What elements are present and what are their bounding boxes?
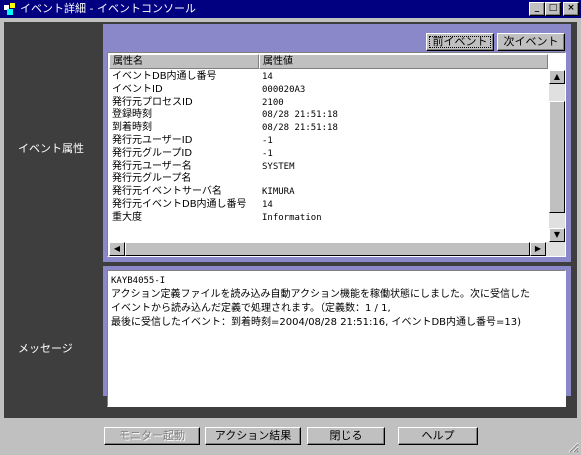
help-button[interactable]: ヘルプ xyxy=(398,427,478,445)
title-bar[interactable]: イベント詳細 - イベントコンソール _ □ × xyxy=(0,0,581,18)
close-button[interactable]: 閉じる xyxy=(307,427,385,445)
message-label: メッセージ xyxy=(18,342,73,355)
attribute-name: 発行元グループ名 xyxy=(112,173,192,185)
message-id: KAYB4055-I xyxy=(111,276,166,286)
attribute-value: 000020A3 xyxy=(262,84,306,95)
next-event-button[interactable]: 次イベント xyxy=(497,33,565,51)
message-line: アクション定義ファイルを読み込み自動アクション機能を稼働状態にしました。次に受信… xyxy=(111,289,530,300)
table-header: 属性名 属性値 xyxy=(109,54,548,69)
scroll-right-button[interactable]: ▶ xyxy=(530,242,546,256)
action-result-button[interactable]: アクション結果 xyxy=(205,427,301,445)
close-window-button[interactable]: × xyxy=(563,2,579,16)
attribute-name: イベントDB内通し番号 xyxy=(112,71,217,82)
attribute-name: 重大度 xyxy=(112,211,142,223)
horizontal-scroll-thumb[interactable] xyxy=(125,242,530,256)
app-icon xyxy=(4,3,15,15)
attribute-value: 14 xyxy=(262,199,273,210)
attribute-name: 発行元プロセスID xyxy=(112,96,193,108)
attributes-table[interactable]: 属性名 属性値 イベントDB内通し番号 14 イベントID 000020A3 発行元プロ… xyxy=(107,52,566,257)
attribute-name: 発行元イベントサーバ名 xyxy=(112,186,222,198)
scroll-down-button[interactable]: ▼ xyxy=(549,228,565,242)
minimize-icon: _ xyxy=(534,3,540,13)
table-row[interactable]: 発行元ユーザーID -1 xyxy=(111,135,547,148)
arrow-down-icon: ▼ xyxy=(553,230,561,239)
attribute-value: 14 xyxy=(262,72,273,82)
table-body: イベントDB内通し番号 14 イベントID 000020A3 発行元プロセスID 2100… xyxy=(111,71,547,225)
message-line: イベントから読み込んだ定義で処理されます。（定義数：1 / 1, xyxy=(111,303,391,314)
attribute-value: Information xyxy=(262,212,322,223)
table-row[interactable]: イベントID 000020A3 xyxy=(111,84,547,97)
attribute-name: 発行元ユーザー名 xyxy=(112,160,192,172)
attribute-value: KIMURA xyxy=(262,187,295,198)
maximize-button[interactable]: □ xyxy=(545,2,561,16)
minimize-button[interactable]: _ xyxy=(529,2,545,16)
resize-grip-icon[interactable] xyxy=(567,441,579,453)
attribute-value: -1 xyxy=(262,148,273,159)
scroll-up-button[interactable]: ▲ xyxy=(549,70,565,84)
table-row[interactable]: 登録時刻 08/28 21:51:18 xyxy=(111,109,547,122)
table-row[interactable]: 発行元プロセスID 2100 xyxy=(111,97,547,110)
attribute-value: 08/28 21:51:18 xyxy=(262,123,338,134)
column-header-value[interactable]: 属性値 xyxy=(259,54,548,69)
attribute-name: 発行元イベントDB内通し番号 xyxy=(112,198,247,210)
close-icon: × xyxy=(567,3,575,13)
horizontal-scrollbar[interactable]: ◀ ▶ xyxy=(109,242,565,256)
window-title: イベント詳細 - イベントコンソール xyxy=(20,2,196,15)
table-row[interactable]: 到着時刻 08/28 21:51:18 xyxy=(111,122,547,135)
attribute-value: 2100 xyxy=(262,97,284,108)
arrow-left-icon: ◀ xyxy=(113,244,121,253)
attribute-value: -1 xyxy=(262,135,273,146)
maximize-icon: □ xyxy=(548,3,558,13)
monitor-launch-button[interactable]: モニター起動 xyxy=(104,427,200,445)
scroll-left-button[interactable]: ◀ xyxy=(109,242,125,256)
event-attributes-label: イベント属性 xyxy=(18,142,84,155)
message-line: 最後に受信したイベント：到着時刻=2004/08/28 21:51:16, イベ… xyxy=(111,317,522,328)
attribute-name: 到着時刻 xyxy=(112,122,152,134)
table-row[interactable]: イベントDB内通し番号 14 xyxy=(111,71,547,84)
attribute-name: イベントID xyxy=(112,83,163,95)
attribute-name: 発行元ユーザーID xyxy=(112,134,193,146)
arrow-right-icon: ▶ xyxy=(534,244,542,253)
table-row[interactable]: 発行元イベントサーバ名 KIMURA xyxy=(111,186,547,199)
table-row[interactable]: 発行元イベントDB内通し番号 14 xyxy=(111,199,547,212)
table-row[interactable]: 重大度 Information xyxy=(111,212,547,225)
attribute-name: 登録時刻 xyxy=(112,109,152,121)
vertical-scroll-thumb[interactable] xyxy=(549,101,565,213)
table-row[interactable]: 発行元ユーザー名 SYSTEM xyxy=(111,161,547,174)
attribute-value: 08/28 21:51:18 xyxy=(262,110,338,121)
table-row[interactable]: 発行元グループ名 xyxy=(111,173,547,186)
prev-event-button[interactable]: 前イベント xyxy=(426,33,494,51)
message-text-area[interactable]: KAYB4055-I アクション定義ファイルを読み込み自動アクション機能を稼働状… xyxy=(107,270,566,407)
table-row[interactable]: 発行元グループID -1 xyxy=(111,148,547,161)
column-header-name[interactable]: 属性名 xyxy=(109,54,259,69)
attribute-value: SYSTEM xyxy=(262,161,295,172)
arrow-up-icon: ▲ xyxy=(553,72,561,81)
vertical-scrollbar[interactable]: ▲ ▼ xyxy=(549,70,565,242)
attribute-name: 発行元グループID xyxy=(112,147,193,159)
